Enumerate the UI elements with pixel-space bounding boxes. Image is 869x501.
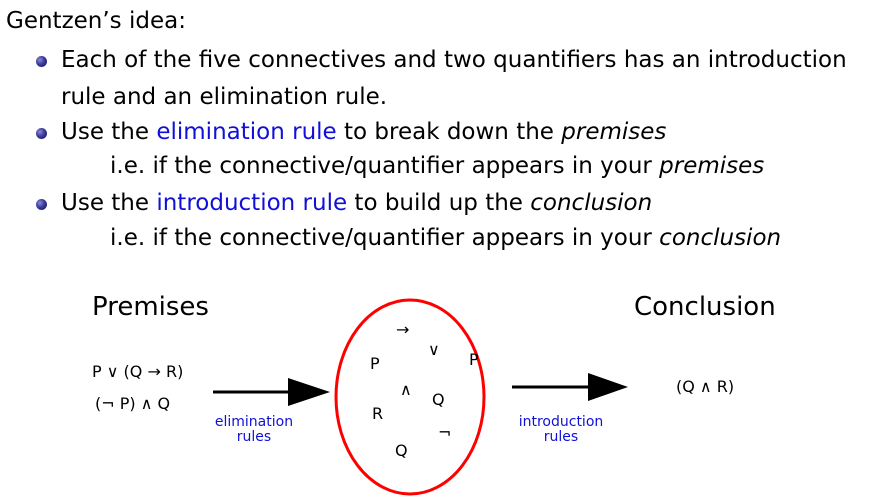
introduction-arrow-head: [588, 373, 628, 401]
conclusion-formula: (Q ∧ R): [676, 377, 735, 396]
elimination-label-line-1: elimination: [214, 414, 294, 430]
elimination-arrow-head: [288, 378, 330, 406]
circle-symbol-q-bottom: Q: [395, 441, 408, 460]
conclusion-title: Conclusion: [634, 292, 776, 322]
circle-symbol-r: R: [372, 404, 384, 423]
circle-symbol-implies: →: [396, 320, 410, 339]
premise-1: P ∨ (Q → R): [92, 362, 184, 381]
circle-symbol-p-left: P: [370, 354, 380, 373]
introduction-label-line-2: rules: [543, 429, 579, 445]
deduction-diagram: [213, 298, 628, 496]
premise-2: (¬ P) ∧ Q: [95, 394, 171, 413]
circle-symbol-not: ¬: [438, 423, 452, 442]
circle-symbol-p-right: P: [469, 350, 479, 369]
circle-symbol-q-middle: Q: [432, 390, 445, 409]
circle-symbol-or: ∨: [428, 340, 440, 359]
premises-title: Premises: [92, 292, 209, 322]
introduction-label-line-1: introduction: [518, 414, 604, 430]
elimination-label-line-2: rules: [236, 429, 272, 445]
circle-symbol-and: ∧: [400, 380, 412, 399]
